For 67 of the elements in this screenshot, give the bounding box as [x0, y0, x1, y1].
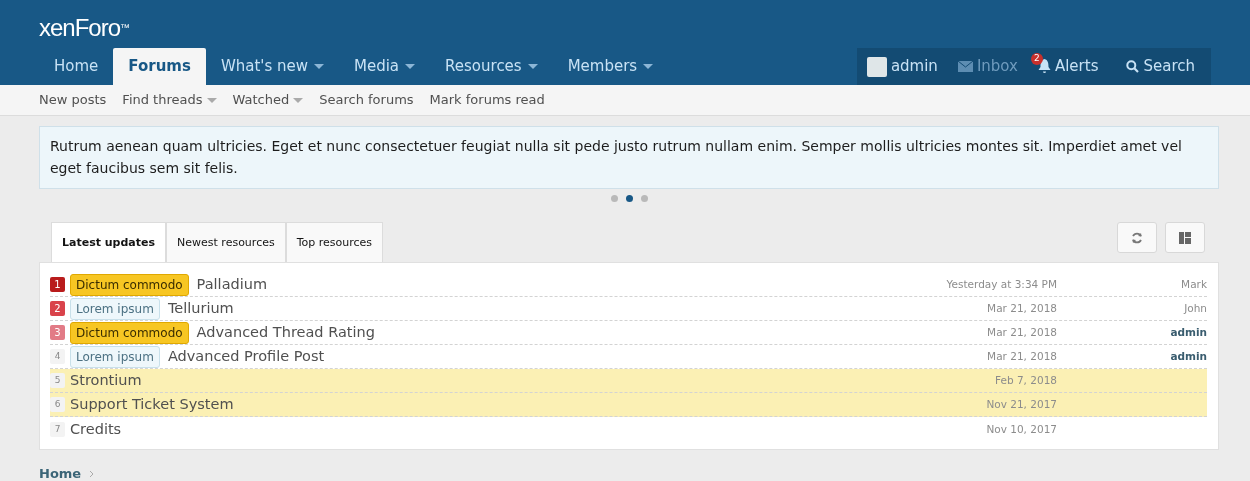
author-name: John [1182, 301, 1207, 316]
resource-date: Mar 21, 2018 [986, 325, 1057, 340]
subnav-link[interactable]: Find threads [122, 90, 217, 110]
author-name: admin [1169, 325, 1207, 340]
search-icon [1126, 60, 1140, 73]
resource-date: Nov 21, 2017 [985, 397, 1057, 412]
caret-icon [206, 97, 217, 103]
alert-count-badge: 2 [1030, 53, 1043, 65]
chevron-icon [89, 470, 95, 479]
prefix-label: Dictum commodo [70, 273, 189, 296]
caret-icon [293, 97, 304, 103]
resource-title-link[interactable]: Palladium [196, 274, 268, 296]
avatar-placeholder [866, 56, 887, 77]
resource-date: Mar 21, 2018 [986, 301, 1057, 316]
refresh-button[interactable] [1117, 222, 1157, 254]
resource-date: Feb 7, 2018 [994, 373, 1057, 388]
user-menu-link[interactable]: admin [856, 48, 948, 85]
rank-badge: 6 [50, 397, 65, 413]
layout-icon [1179, 231, 1191, 244]
caret-icon [405, 64, 416, 69]
carousel-dot[interactable] [640, 195, 648, 203]
breadcrumb-link[interactable]: Home [39, 464, 82, 481]
envelope-icon [957, 61, 973, 72]
resource-title-link[interactable]: Strontium [70, 370, 142, 392]
nav-tab[interactable]: What's new [205, 48, 339, 85]
resource-date: Yesterday at 3:34 PM [945, 277, 1057, 292]
nav-tab[interactable]: Home [39, 48, 114, 85]
resource-title-link[interactable]: Advanced Profile Post [167, 346, 325, 368]
nav-tab[interactable]: Media [339, 48, 431, 85]
resource-title-link[interactable]: Advanced Thread Rating [196, 322, 375, 344]
carousel-dot[interactable] [610, 195, 618, 203]
author-name: admin [1169, 349, 1207, 364]
author-name: Mark [1180, 277, 1207, 292]
tab[interactable]: Latest updates [51, 222, 167, 263]
alerts-link[interactable]: 2 Alerts [1027, 48, 1109, 85]
nav-tab[interactable]: Members [552, 48, 669, 85]
notice-text: Rutrum aenean quam ultricies. Eget et nunc consectetuer feugiat nulla sit pede justo rutrum nullam enim. Semper mollis ultricies montes sit. Imperdiet amet vel eget faucibus sem sit felis. [39, 126, 1219, 190]
layout-button[interactable] [1165, 222, 1205, 254]
caret-icon [643, 64, 654, 69]
resource-date: Mar 21, 2018 [986, 349, 1057, 364]
resource-date: Nov 10, 2017 [985, 421, 1057, 437]
rank-badge: 4 [50, 349, 65, 365]
nav-tab[interactable]: Resources [430, 48, 553, 85]
tab[interactable]: Top resources [285, 222, 384, 263]
subnav-link[interactable]: Search forums [319, 90, 414, 110]
resource-title-link[interactable]: Credits [70, 418, 122, 441]
site-logo[interactable]: xenForo$^{™}$ [39, 0, 1211, 48]
refresh-icon [1131, 231, 1143, 244]
subnav-link[interactable]: New posts [39, 90, 107, 110]
carousel-dot[interactable] [625, 195, 633, 203]
search-link[interactable]: Search [1108, 48, 1211, 85]
tab[interactable]: Newest resources [166, 222, 286, 263]
nav-tab[interactable]: Forums [113, 48, 206, 85]
rank-badge: 2 [50, 301, 65, 317]
rank-badge: 1 [50, 277, 65, 293]
rank-badge: 7 [50, 421, 65, 437]
subnav-link[interactable]: Mark forums read [429, 90, 545, 110]
caret-icon [527, 64, 538, 69]
resource-title-link[interactable]: Support Ticket System [70, 394, 234, 416]
rank-badge: 3 [50, 325, 65, 341]
resource-title-link[interactable]: Tellurium [167, 298, 234, 320]
caret-icon [314, 64, 324, 69]
subnav-link[interactable]: Watched [232, 90, 304, 110]
prefix-label: Dictum commodo [70, 321, 189, 344]
rank-badge: 5 [50, 373, 65, 389]
prefix-label: Lorem ipsum [70, 345, 160, 368]
prefix-label: Lorem ipsum [70, 297, 160, 320]
